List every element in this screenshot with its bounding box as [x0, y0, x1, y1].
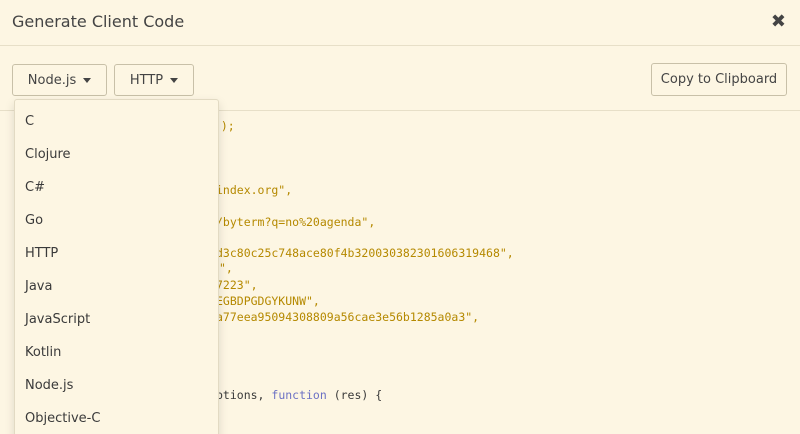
code-string: index.org",	[216, 183, 293, 197]
code-line: ",	[219, 261, 233, 275]
code-line: d3c80c25c748ace80f4b32003038230160631946…	[216, 246, 514, 260]
code-string: ",	[219, 261, 233, 275]
dialog-title: Generate Client Code	[12, 12, 185, 31]
language-option[interactable]: HTTP	[15, 237, 218, 270]
language-option[interactable]: Objective-C	[15, 402, 218, 434]
code-string: a77eea95094308809a56cae3e56b1285a0a3",	[216, 310, 480, 324]
language-option[interactable]: C	[15, 105, 218, 138]
code-line: EGBDPGDGYKUNW",	[216, 294, 320, 308]
variant-dropdown-button[interactable]: HTTP	[114, 64, 194, 96]
code-line: ptions, function (res) {	[216, 388, 382, 402]
code-text: ptions,	[216, 388, 272, 402]
language-option[interactable]: JavaScript	[15, 303, 218, 336]
code-keyword: function	[271, 388, 327, 402]
language-option[interactable]: Java	[15, 270, 218, 303]
caret-down-icon	[170, 77, 179, 83]
code-line: /byterm?q=no%20agenda",	[216, 215, 375, 229]
caret-down-icon	[83, 77, 92, 83]
copy-to-clipboard-button[interactable]: Copy to Clipboard	[651, 63, 787, 96]
close-icon[interactable]: ✖	[771, 12, 786, 32]
language-dropdown-menu: C Clojure C# Go HTTP Java JavaScript Kot…	[14, 99, 219, 434]
code-line: index.org",	[216, 183, 292, 197]
language-dropdown-label: Node.js	[27, 72, 77, 88]
language-option[interactable]: Node.js	[15, 369, 218, 402]
code-string: /byterm?q=no%20agenda",	[216, 215, 376, 229]
code-string: 7223",	[216, 278, 258, 292]
language-option[interactable]: Go	[15, 204, 218, 237]
code-line: 7223",	[216, 278, 258, 292]
code-string: 8",	[492, 246, 514, 260]
language-option[interactable]: C#	[15, 171, 218, 204]
code-string: EGBDPGDGYKUNW",	[216, 294, 320, 308]
language-option[interactable]: Clojure	[15, 138, 218, 171]
code-text: (res) {	[326, 388, 383, 402]
variant-dropdown-label: HTTP	[129, 72, 164, 88]
code-line: a77eea95094308809a56cae3e56b1285a0a3",	[216, 310, 479, 324]
language-option[interactable]: Kotlin	[15, 336, 218, 369]
language-dropdown-button[interactable]: Node.js	[12, 64, 107, 96]
dialog-header: Generate Client Code ✖	[0, 0, 800, 46]
code-string: d3c80c25c748ace80f4b32003038230160631946	[216, 246, 493, 260]
